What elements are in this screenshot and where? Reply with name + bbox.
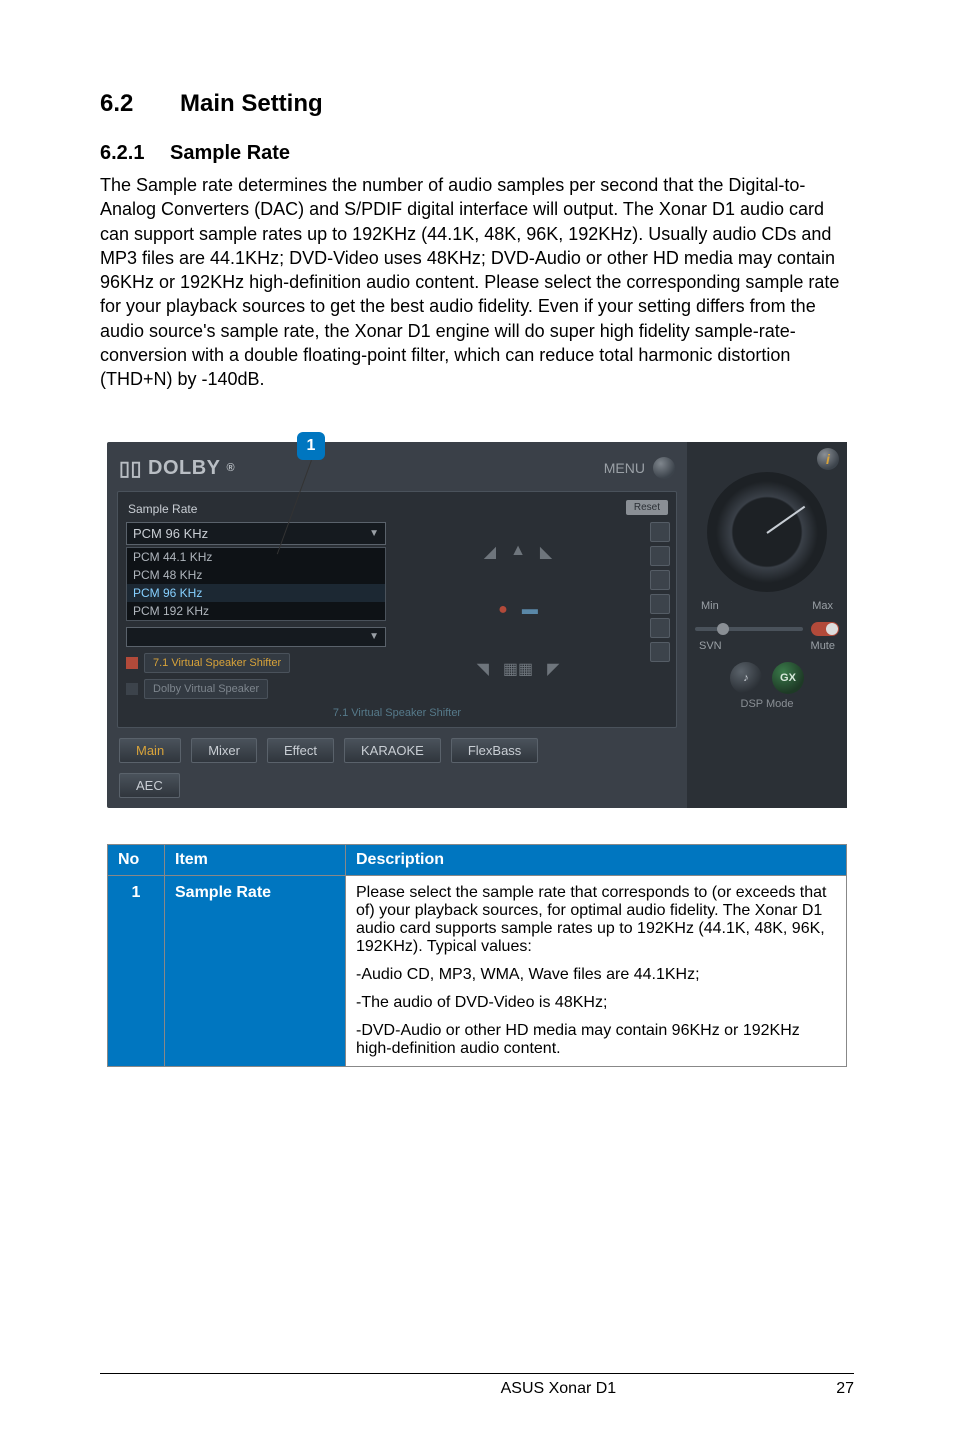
- chevron-down-icon: ▼: [369, 631, 379, 642]
- tab-karaoke[interactable]: KARAOKE: [344, 738, 441, 763]
- dsp-mode-music-button[interactable]: ♪: [730, 662, 762, 694]
- cell-item: Sample Rate: [165, 875, 346, 1066]
- desc-paragraph: Please select the sample rate that corre…: [356, 884, 836, 956]
- speaker-icon[interactable]: ◢: [484, 542, 496, 562]
- cell-no: 1: [108, 875, 165, 1066]
- footer-page-number: 27: [836, 1380, 854, 1398]
- subsection-number: 6.2.1: [100, 142, 170, 165]
- document-page: 6.2Main Setting 6.2.1Sample Rate The Sam…: [0, 0, 954, 1438]
- brand-logo: ▯▯ DOLBY ®: [119, 456, 235, 481]
- side-icon[interactable]: [650, 522, 670, 542]
- virtual-speaker-shifter-button[interactable]: 7.1 Virtual Speaker Shifter: [144, 653, 290, 673]
- sample-rate-selected: PCM 96 KHz: [133, 526, 208, 541]
- checkbox-icon[interactable]: [126, 683, 138, 695]
- menu-icon: [653, 457, 675, 479]
- subsection-heading: 6.2.1Sample Rate: [100, 142, 854, 165]
- section-heading: 6.2Main Setting: [100, 90, 854, 118]
- speaker-layout-area: ◢ ▲ ◣ ● ▬ ◥ ▦▦: [396, 522, 640, 699]
- info-icon[interactable]: i: [817, 448, 839, 470]
- dsp-mode-game-button[interactable]: GX: [772, 662, 804, 694]
- speaker-icon[interactable]: ◤: [547, 659, 559, 679]
- tab-aec[interactable]: AEC: [119, 773, 180, 798]
- analog-out-select[interactable]: ▼: [126, 627, 386, 647]
- table-header-row: No Item Description: [108, 844, 847, 875]
- desc-bullet: -The audio of DVD-Video is 48KHz;: [356, 994, 836, 1012]
- menu-label: MENU: [604, 460, 645, 476]
- speaker-icon[interactable]: ◣: [540, 542, 552, 562]
- side-panel: i Min Max SVN: [687, 442, 847, 808]
- main-panel: Sample Rate Reset PCM 96 KHz ▼ PCM 44.1: [117, 491, 677, 728]
- tab-main[interactable]: Main: [119, 738, 181, 763]
- cell-description: Please select the sample rate that corre…: [346, 875, 847, 1066]
- tab-flexbass[interactable]: FlexBass: [451, 738, 538, 763]
- brand-text: DOLBY: [148, 457, 221, 480]
- listener-icon[interactable]: ●: [498, 601, 508, 619]
- description-table: No Item Description 1 Sample Rate Please…: [107, 844, 847, 1067]
- section-title: Main Setting: [180, 90, 323, 117]
- tab-effect[interactable]: Effect: [267, 738, 334, 763]
- sample-rate-select[interactable]: PCM 96 KHz ▼: [126, 522, 386, 545]
- screenshot-figure: 1 ▯▯ DOLBY ® MENU: [107, 442, 847, 808]
- side-icon[interactable]: [650, 618, 670, 638]
- desc-bullet: -Audio CD, MP3, WMA, Wave files are 44.1…: [356, 966, 836, 984]
- menu-button[interactable]: MENU: [604, 457, 675, 479]
- reset-button[interactable]: Reset: [626, 500, 668, 515]
- subsection-title: Sample Rate: [170, 142, 290, 164]
- section-number: 6.2: [100, 90, 180, 118]
- col-header-no: No: [108, 844, 165, 875]
- gauge-needle: [766, 505, 805, 533]
- svn-slider[interactable]: [695, 627, 803, 631]
- sample-rate-dropdown-list[interactable]: PCM 44.1 KHz PCM 48 KHz PCM 96 KHz PCM 1…: [126, 547, 386, 621]
- table-row: 1 Sample Rate Please select the sample r…: [108, 875, 847, 1066]
- svn-label: SVN: [699, 640, 722, 652]
- desc-bullet: -DVD-Audio or other HD media may contain…: [356, 1022, 836, 1058]
- app-window: ▯▯ DOLBY ® MENU Sample Rate Reset: [107, 442, 847, 808]
- option-192khz[interactable]: PCM 192 KHz: [127, 602, 385, 620]
- sample-rate-label: Sample Rate: [126, 500, 199, 518]
- footer-product: ASUS Xonar D1: [501, 1380, 617, 1398]
- side-icon[interactable]: [650, 594, 670, 614]
- body-paragraph: The Sample rate determines the number of…: [100, 173, 854, 392]
- gauge-max-label: Max: [812, 600, 833, 612]
- callout-badge: 1: [297, 432, 325, 460]
- subwoofer-icon[interactable]: ▦▦: [503, 659, 533, 679]
- gauge-min-label: Min: [701, 600, 719, 612]
- checkbox-icon[interactable]: [126, 657, 138, 669]
- panel-footer-label: 7.1 Virtual Speaker Shifter: [126, 699, 668, 719]
- page-footer: ASUS Xonar D1 27: [100, 1373, 854, 1398]
- speaker-icon[interactable]: ◥: [477, 659, 489, 679]
- side-icon[interactable]: [650, 642, 670, 662]
- col-header-description: Description: [346, 844, 847, 875]
- dolby-virtual-speaker-button[interactable]: Dolby Virtual Speaker: [144, 679, 268, 699]
- tab-bar: Main Mixer Effect KARAOKE FlexBass: [117, 728, 677, 773]
- volume-gauge[interactable]: [707, 472, 827, 592]
- dolby-glyph: ▯▯: [119, 456, 142, 481]
- side-icon-column: [650, 522, 668, 699]
- tab-mixer[interactable]: Mixer: [191, 738, 257, 763]
- option-44-1khz[interactable]: PCM 44.1 KHz: [127, 548, 385, 566]
- title-bar: ▯▯ DOLBY ® MENU: [117, 452, 677, 491]
- side-icon[interactable]: [650, 546, 670, 566]
- dsp-mode-label: DSP Mode: [695, 698, 839, 710]
- option-48khz[interactable]: PCM 48 KHz: [127, 566, 385, 584]
- side-icon[interactable]: [650, 570, 670, 590]
- col-header-item: Item: [165, 844, 346, 875]
- slider-knob[interactable]: [717, 623, 729, 635]
- chevron-down-icon: ▼: [369, 528, 379, 539]
- speaker-icon[interactable]: ▲: [510, 542, 526, 562]
- mute-label: Mute: [811, 640, 835, 652]
- option-96khz[interactable]: PCM 96 KHz: [127, 584, 385, 602]
- center-icon[interactable]: ▬: [522, 601, 538, 619]
- mute-toggle[interactable]: [811, 622, 839, 636]
